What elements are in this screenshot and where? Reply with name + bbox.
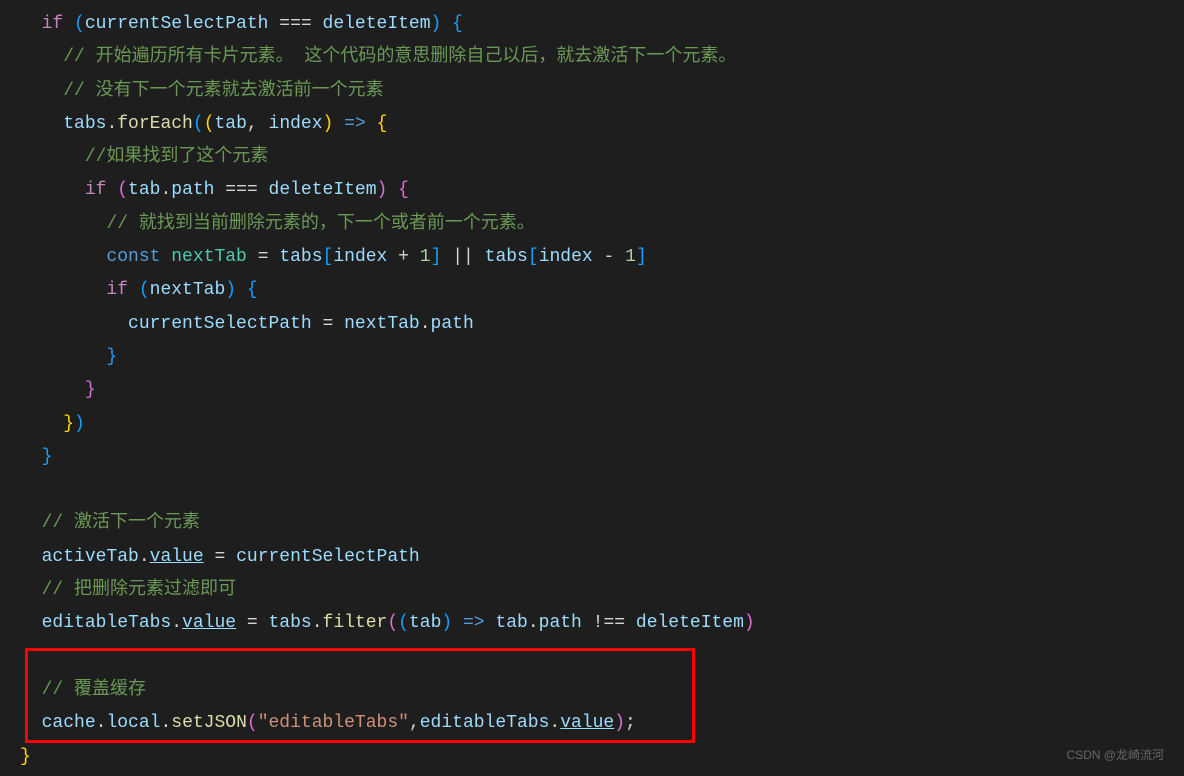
code-line: if (tab.path === deleteItem) { — [20, 174, 1184, 207]
code-line: }) — [20, 408, 1184, 441]
code-line: } — [20, 374, 1184, 407]
code-line: if (nextTab) { — [20, 274, 1184, 307]
code-line: //如果找到了这个元素 — [20, 141, 1184, 174]
code-line: const nextTab = tabs[index + 1] || tabs[… — [20, 241, 1184, 274]
code-line — [20, 641, 1184, 674]
code-line: // 没有下一个元素就去激活前一个元素 — [20, 75, 1184, 108]
watermark: CSDN @龙崎流河 — [1066, 744, 1164, 766]
code-line: } — [20, 341, 1184, 374]
code-line: // 激活下一个元素 — [20, 507, 1184, 540]
code-line: tabs.forEach((tab, index) => { — [20, 108, 1184, 141]
code-line: if (currentSelectPath === deleteItem) { — [20, 8, 1184, 41]
code-line: // 开始遍历所有卡片元素。 这个代码的意思删除自己以后，就去激活下一个元素。 — [20, 41, 1184, 74]
code-line: } — [20, 441, 1184, 474]
code-line: editableTabs.value = tabs.filter((tab) =… — [20, 607, 1184, 640]
code-editor[interactable]: if (currentSelectPath === deleteItem) { … — [0, 0, 1184, 774]
code-line: // 把删除元素过滤即可 — [20, 574, 1184, 607]
code-line — [20, 474, 1184, 507]
code-line: activeTab.value = currentSelectPath — [20, 541, 1184, 574]
code-line: // 就找到当前删除元素的，下一个或者前一个元素。 — [20, 208, 1184, 241]
code-line: } — [20, 741, 1184, 774]
code-line: currentSelectPath = nextTab.path — [20, 308, 1184, 341]
code-line: // 覆盖缓存 — [20, 674, 1184, 707]
code-line: cache.local.setJSON("editableTabs",edita… — [20, 707, 1184, 740]
